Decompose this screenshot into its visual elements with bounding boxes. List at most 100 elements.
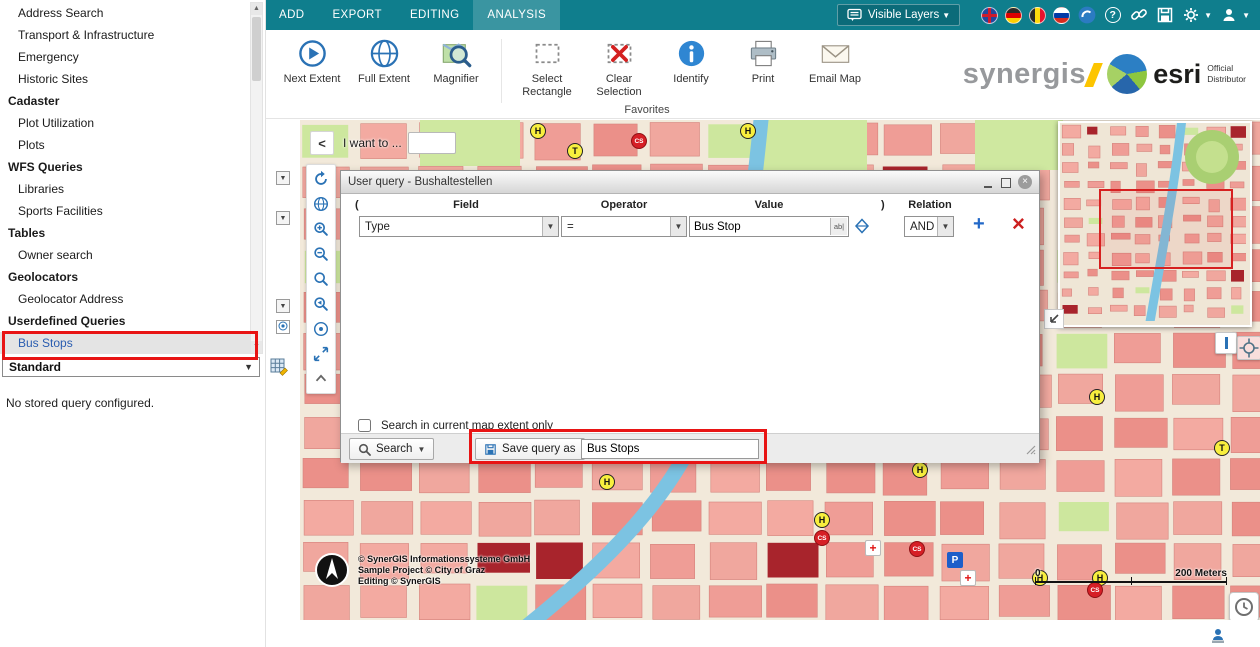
link-icon[interactable] bbox=[1129, 6, 1148, 25]
sidebar-item-geolocator-address[interactable]: Geolocator Address bbox=[0, 288, 250, 310]
tab-editing[interactable]: EDITING bbox=[396, 0, 473, 30]
operator-select[interactable]: = ▼ bbox=[561, 216, 687, 237]
overview-map[interactable] bbox=[1058, 121, 1252, 327]
help-icon[interactable]: ? bbox=[1103, 6, 1122, 25]
attribution-line-1: © SynerGIS Informationssysteme GmbH bbox=[358, 554, 530, 565]
clear-selection-button[interactable]: Clear Selection bbox=[588, 37, 650, 98]
tram-marker: T bbox=[567, 143, 583, 159]
map-tool-collapse-button[interactable] bbox=[311, 369, 331, 389]
tree-scrollbar[interactable]: ▲ ▼ bbox=[250, 2, 263, 354]
flag-germany-icon[interactable] bbox=[1005, 7, 1022, 24]
scroll-thumb[interactable] bbox=[252, 17, 261, 81]
synergis-slash-mark bbox=[1084, 63, 1103, 87]
resize-grip[interactable] bbox=[1026, 442, 1036, 460]
attribution-line-2: Sample Project © City of Graz bbox=[358, 565, 530, 576]
tab-export[interactable]: EXPORT bbox=[318, 0, 395, 30]
collapse-panel-button[interactable]: < bbox=[310, 131, 334, 155]
preset-select[interactable]: Standard ▼ bbox=[2, 357, 260, 377]
toolbar-ribbon: Next Extent Full Extent Magnifier Select… bbox=[265, 30, 1260, 119]
value-lookup-button[interactable]: ab| bbox=[830, 218, 847, 235]
sidebar-item-transport-infrastructure[interactable]: Transport & Infrastructure bbox=[0, 24, 250, 46]
sidebar-item-wfs-queries[interactable]: WFS Queries bbox=[0, 156, 240, 178]
hidden-panel-radio-icon[interactable] bbox=[276, 320, 290, 334]
sidebar-item-sports-facilities[interactable]: Sports Facilities bbox=[0, 200, 250, 222]
select-rectangle-button[interactable]: Select Rectangle bbox=[516, 37, 578, 98]
extent-checkbox[interactable] bbox=[358, 419, 371, 432]
select-rectangle-icon bbox=[531, 37, 564, 70]
edit-queries-button[interactable] bbox=[269, 357, 289, 377]
hidden-panel-caret[interactable]: ▼ bbox=[276, 211, 290, 225]
sidebar-item-plots[interactable]: Plots bbox=[0, 134, 250, 156]
map-tool-globe-button[interactable] bbox=[311, 194, 331, 214]
restore-button[interactable] bbox=[1000, 176, 1012, 188]
save-query-name-input[interactable] bbox=[581, 439, 759, 459]
map-tool-zoom-window-button[interactable] bbox=[311, 269, 331, 289]
search-button-label: Search bbox=[376, 443, 412, 455]
sidebar-item-userdefined-queries[interactable]: Userdefined Queries bbox=[0, 310, 240, 332]
session-user-icon[interactable] bbox=[1209, 627, 1227, 645]
map-tool-zoom-in-button[interactable] bbox=[311, 219, 331, 239]
relation-select[interactable]: AND ▼ bbox=[904, 216, 954, 237]
save-query-button[interactable]: Save query as bbox=[475, 438, 585, 460]
sidebar-item-cadaster[interactable]: Cadaster bbox=[0, 90, 240, 112]
cs-marker: CS bbox=[909, 541, 925, 557]
map-tool-center-button[interactable] bbox=[311, 319, 331, 339]
overview-extent-rectangle[interactable] bbox=[1099, 189, 1233, 269]
sidebar-item-tables[interactable]: Tables bbox=[0, 222, 240, 244]
value-sort-icon[interactable] bbox=[854, 218, 870, 239]
user-chevron-icon[interactable]: ▼ bbox=[1242, 11, 1250, 20]
user-query-dialog: User query - Bushaltestellen × ( Field O… bbox=[340, 170, 1040, 462]
value-input[interactable] bbox=[690, 217, 838, 236]
search-button[interactable]: Search ▼ bbox=[349, 438, 434, 460]
full-extent-button[interactable]: Full Extent bbox=[353, 37, 415, 86]
time-slider-button[interactable] bbox=[1229, 592, 1259, 620]
visible-layers-button[interactable]: Visible Layers ▼ bbox=[837, 4, 960, 26]
minimize-button[interactable] bbox=[982, 176, 994, 188]
hidden-panel-caret[interactable]: ▼ bbox=[276, 171, 290, 185]
user-icon[interactable] bbox=[1219, 6, 1238, 25]
add-condition-button[interactable]: + bbox=[973, 213, 985, 236]
print-button[interactable]: Print bbox=[732, 37, 794, 86]
sidebar-item-historic-sites[interactable]: Historic Sites bbox=[0, 68, 250, 90]
field-select[interactable]: Type ▼ bbox=[359, 216, 559, 237]
map-tool-refresh-button[interactable] bbox=[311, 169, 331, 189]
overview-collapse-button[interactable] bbox=[1044, 309, 1064, 329]
remove-condition-button[interactable]: × bbox=[1012, 211, 1025, 237]
i-want-to-input[interactable] bbox=[408, 132, 456, 154]
flag-russia-icon[interactable] bbox=[1053, 7, 1070, 24]
sidebar-item-plot-utilization[interactable]: Plot Utilization bbox=[0, 112, 250, 134]
next-extent-button[interactable]: Next Extent bbox=[281, 37, 343, 86]
swipe-tool-button[interactable] bbox=[1215, 332, 1237, 354]
map-tool-zoom-full-button[interactable] bbox=[311, 344, 331, 364]
close-icon[interactable]: × bbox=[1018, 175, 1032, 189]
map-tool-zoom-previous-button[interactable] bbox=[311, 294, 331, 314]
sidebar-item-owner-search[interactable]: Owner search bbox=[0, 244, 250, 266]
flag-uk-icon[interactable] bbox=[981, 7, 998, 24]
flag-belgium-icon[interactable] bbox=[1029, 7, 1046, 24]
map-tool-zoom-out-button[interactable] bbox=[311, 244, 331, 264]
sidebar-item-address-search[interactable]: Address Search bbox=[0, 2, 250, 24]
button-label: Print bbox=[752, 73, 775, 86]
identify-button[interactable]: Identify bbox=[660, 37, 722, 86]
cross-marker: + bbox=[865, 540, 881, 556]
tab-add[interactable]: ADD bbox=[265, 0, 318, 30]
scroll-down-arrow[interactable]: ▼ bbox=[251, 341, 262, 353]
scroll-up-arrow[interactable]: ▲ bbox=[251, 3, 262, 15]
i-want-to-label: I want to ... bbox=[343, 136, 402, 150]
position-tool-button[interactable] bbox=[1237, 336, 1260, 360]
email-map-button[interactable]: Email Map bbox=[804, 37, 866, 86]
settings-chevron-icon[interactable]: ▼ bbox=[1204, 11, 1212, 20]
magnifier-button[interactable]: Magnifier bbox=[425, 37, 487, 86]
brand-globe-icon[interactable] bbox=[1077, 6, 1096, 25]
sidebar-item-libraries[interactable]: Libraries bbox=[0, 178, 250, 200]
tab-analysis[interactable]: ANALYSIS bbox=[473, 0, 560, 30]
sidebar-item-emergency[interactable]: Emergency bbox=[0, 46, 250, 68]
sidebar-item-geolocators[interactable]: Geolocators bbox=[0, 266, 240, 288]
sidebar-item-bus-stops[interactable]: Bus Stops bbox=[0, 332, 250, 354]
settings-icon[interactable] bbox=[1181, 6, 1200, 25]
dialog-title-bar[interactable]: User query - Bushaltestellen × bbox=[341, 171, 1039, 194]
hidden-panel-caret[interactable]: ▼ bbox=[276, 299, 290, 313]
esri-globe-icon bbox=[1107, 54, 1147, 94]
chevron-down-icon: ▼ bbox=[942, 11, 950, 20]
save-icon[interactable] bbox=[1155, 6, 1174, 25]
